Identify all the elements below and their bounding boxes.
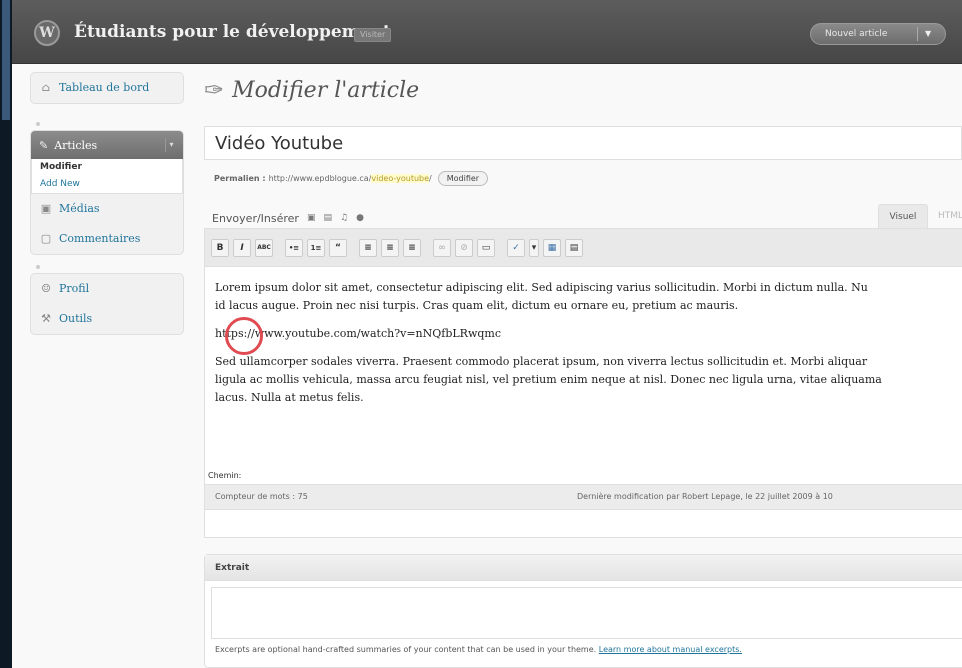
media-upload-bar: Envoyer/Insérer ▣ ▤ ♫ ● bbox=[212, 209, 364, 227]
align-center-button[interactable]: ≡ bbox=[381, 238, 399, 257]
strikethrough-button[interactable]: ABC bbox=[255, 238, 273, 257]
post-title-input[interactable]: Vidéo Youtube bbox=[204, 126, 962, 160]
admin-header: W Étudiants pour le développement Visite… bbox=[12, 0, 962, 64]
tab-visual[interactable]: Visuel bbox=[878, 204, 928, 228]
new-article-label: Nouvel article bbox=[825, 29, 888, 39]
paragraph-line: Sed ullamcorper sodales viverra. Praesen… bbox=[215, 355, 868, 368]
insert-more-button[interactable]: ▭ bbox=[477, 238, 495, 257]
italic-button[interactable]: I bbox=[233, 238, 251, 257]
sidebar-item-label: Médias bbox=[59, 202, 100, 215]
permalink-row: Permalien : http://www.epdblogue.ca/ vid… bbox=[214, 168, 489, 188]
menu-block-settings: ☺ Profil ⚒ Outils bbox=[30, 273, 184, 335]
url-paragraph: https://www.youtube.com/watch?v=nNQfbLRw… bbox=[215, 317, 962, 355]
edit-permalink-button[interactable]: Modifier bbox=[437, 170, 489, 186]
new-article-button[interactable]: Nouvel article ▼ bbox=[810, 23, 946, 45]
bold-button[interactable]: B bbox=[211, 238, 229, 257]
wordpress-logo-icon[interactable]: W bbox=[34, 20, 60, 46]
window-edge bbox=[0, 0, 12, 668]
fullscreen-button[interactable]: ▦ bbox=[543, 238, 561, 257]
editor-path: Chemin: bbox=[208, 471, 242, 480]
new-article-separator bbox=[917, 27, 918, 41]
spellcheck-dropdown[interactable]: ▾ bbox=[529, 238, 539, 257]
submenu-toggle-icon[interactable]: ▾ bbox=[165, 138, 177, 152]
excerpt-help-text: Excerpts are optional hand-crafted summa… bbox=[215, 645, 597, 654]
sidebar-item-label: Outils bbox=[59, 312, 93, 325]
visit-site-button[interactable]: Visiter bbox=[354, 28, 392, 42]
tools-icon: ⚒ bbox=[41, 312, 51, 325]
paragraph-line: Lorem ipsum dolor sit amet, consectetur … bbox=[215, 281, 868, 294]
permalink-base: http://www.epdblogue.ca/ bbox=[268, 173, 372, 183]
articles-submenu: Modifier Add New bbox=[31, 159, 183, 194]
sidebar-item-label: Tableau de bord bbox=[59, 81, 150, 94]
site-title: Étudiants pour le développement bbox=[74, 22, 391, 42]
paragraph-line: ligula ac mollis vehicula, massa arcu fe… bbox=[215, 373, 882, 386]
sidebar-item-dashboard[interactable]: ⌂ Tableau de bord bbox=[31, 73, 183, 103]
paragraph-line: id lacus augue. Proin nec nisi turpis. C… bbox=[215, 299, 739, 312]
editor-content[interactable]: Lorem ipsum dolor sit amet, consectetur … bbox=[215, 279, 962, 417]
learn-more-link[interactable]: Learn more about manual excerpts. bbox=[599, 645, 742, 654]
tab-html[interactable]: HTML bbox=[932, 204, 962, 228]
sidebar-item-profile[interactable]: ☺ Profil bbox=[31, 274, 183, 304]
blockquote-button[interactable]: “ bbox=[329, 238, 347, 257]
bullet-list-button[interactable]: •≡ bbox=[285, 238, 303, 257]
excerpt-help: Excerpts are optional hand-crafted summa… bbox=[215, 643, 955, 656]
page-title-text: Modifier l'article bbox=[232, 77, 420, 103]
editor-status-bar: Compteur de mots : 75 Dernière modificat… bbox=[204, 484, 962, 510]
upload-label: Envoyer/Insérer bbox=[212, 211, 299, 225]
unlink-button[interactable]: ⊘ bbox=[455, 238, 473, 257]
insert-link-button[interactable]: ∞ bbox=[433, 238, 451, 257]
kitchen-sink-button[interactable]: ▤ bbox=[565, 238, 583, 257]
excerpt-box: Extrait Excerpts are optional hand-craft… bbox=[204, 554, 962, 668]
menu-block-content: ✎ Articles ▾ Modifier Add New ▣ Médias ▢… bbox=[30, 130, 184, 255]
admin-frame: W Étudiants pour le développement Visite… bbox=[12, 0, 962, 668]
window-edge-strip bbox=[2, 0, 10, 120]
numbered-list-button[interactable]: 1≡ bbox=[307, 238, 325, 257]
spellcheck-button[interactable]: ✓ bbox=[507, 238, 525, 257]
highlight-circle bbox=[225, 317, 263, 355]
sidebar-item-label: Articles bbox=[54, 138, 98, 152]
excerpt-title[interactable]: Extrait bbox=[205, 555, 962, 581]
sidebar-item-label: Commentaires bbox=[59, 232, 141, 245]
menu-separator bbox=[30, 118, 184, 130]
submenu-item-edit[interactable]: Modifier bbox=[32, 159, 182, 176]
page-title: ✑ Modifier l'article bbox=[204, 70, 419, 110]
admin-sidebar: ⌂ Tableau de bord ✎ Articles ▾ Modifier … bbox=[30, 72, 184, 349]
word-count: Compteur de mots : 75 bbox=[215, 492, 308, 501]
menu-block-dashboard: ⌂ Tableau de bord bbox=[30, 72, 184, 104]
sidebar-item-label: Profil bbox=[59, 282, 90, 295]
add-media-icon[interactable]: ● bbox=[356, 213, 364, 223]
pin-icon: ✎ bbox=[39, 138, 49, 152]
sidebar-item-articles[interactable]: ✎ Articles ▾ bbox=[31, 131, 183, 159]
submenu-item-add-new[interactable]: Add New bbox=[32, 176, 182, 193]
add-audio-icon[interactable]: ♫ bbox=[340, 213, 348, 223]
permalink-slug[interactable]: video-youtube bbox=[371, 173, 430, 183]
add-video-icon[interactable]: ▤ bbox=[323, 213, 332, 223]
add-image-icon[interactable]: ▣ bbox=[307, 213, 316, 223]
sidebar-item-media[interactable]: ▣ Médias bbox=[31, 194, 183, 224]
pushpin-icon: ✑ bbox=[204, 76, 225, 104]
sidebar-item-comments[interactable]: ▢ Commentaires bbox=[31, 224, 183, 254]
paragraph: Sed ullamcorper sodales viverra. Praesen… bbox=[215, 353, 962, 407]
menu-separator bbox=[30, 261, 184, 273]
permalink-label: Permalien : bbox=[214, 173, 266, 183]
excerpt-textarea[interactable] bbox=[211, 587, 962, 639]
sidebar-item-tools[interactable]: ⚒ Outils bbox=[31, 304, 183, 334]
last-modified: Dernière modification par Robert Lepage,… bbox=[577, 492, 833, 501]
editor-toolbar: B I ABC •≡ 1≡ “ ≡ ≡ ≡ ∞ ⊘ ▭ ✓ ▾ ▦ ▤ bbox=[205, 229, 962, 267]
paragraph: Lorem ipsum dolor sit amet, consectetur … bbox=[215, 279, 962, 315]
align-left-button[interactable]: ≡ bbox=[359, 238, 377, 257]
user-icon: ☺ bbox=[41, 282, 51, 295]
paragraph-line: lacus. Nulla at metus felis. bbox=[215, 391, 364, 404]
home-icon: ⌂ bbox=[41, 81, 51, 94]
media-icon: ▣ bbox=[40, 202, 52, 215]
youtube-url: https://www.youtube.com/watch?v=nNQfbLRw… bbox=[215, 317, 501, 355]
permalink-suffix: / bbox=[429, 173, 432, 183]
comment-icon: ▢ bbox=[40, 232, 52, 245]
chevron-down-icon[interactable]: ▼ bbox=[925, 24, 931, 44]
align-right-button[interactable]: ≡ bbox=[403, 238, 421, 257]
